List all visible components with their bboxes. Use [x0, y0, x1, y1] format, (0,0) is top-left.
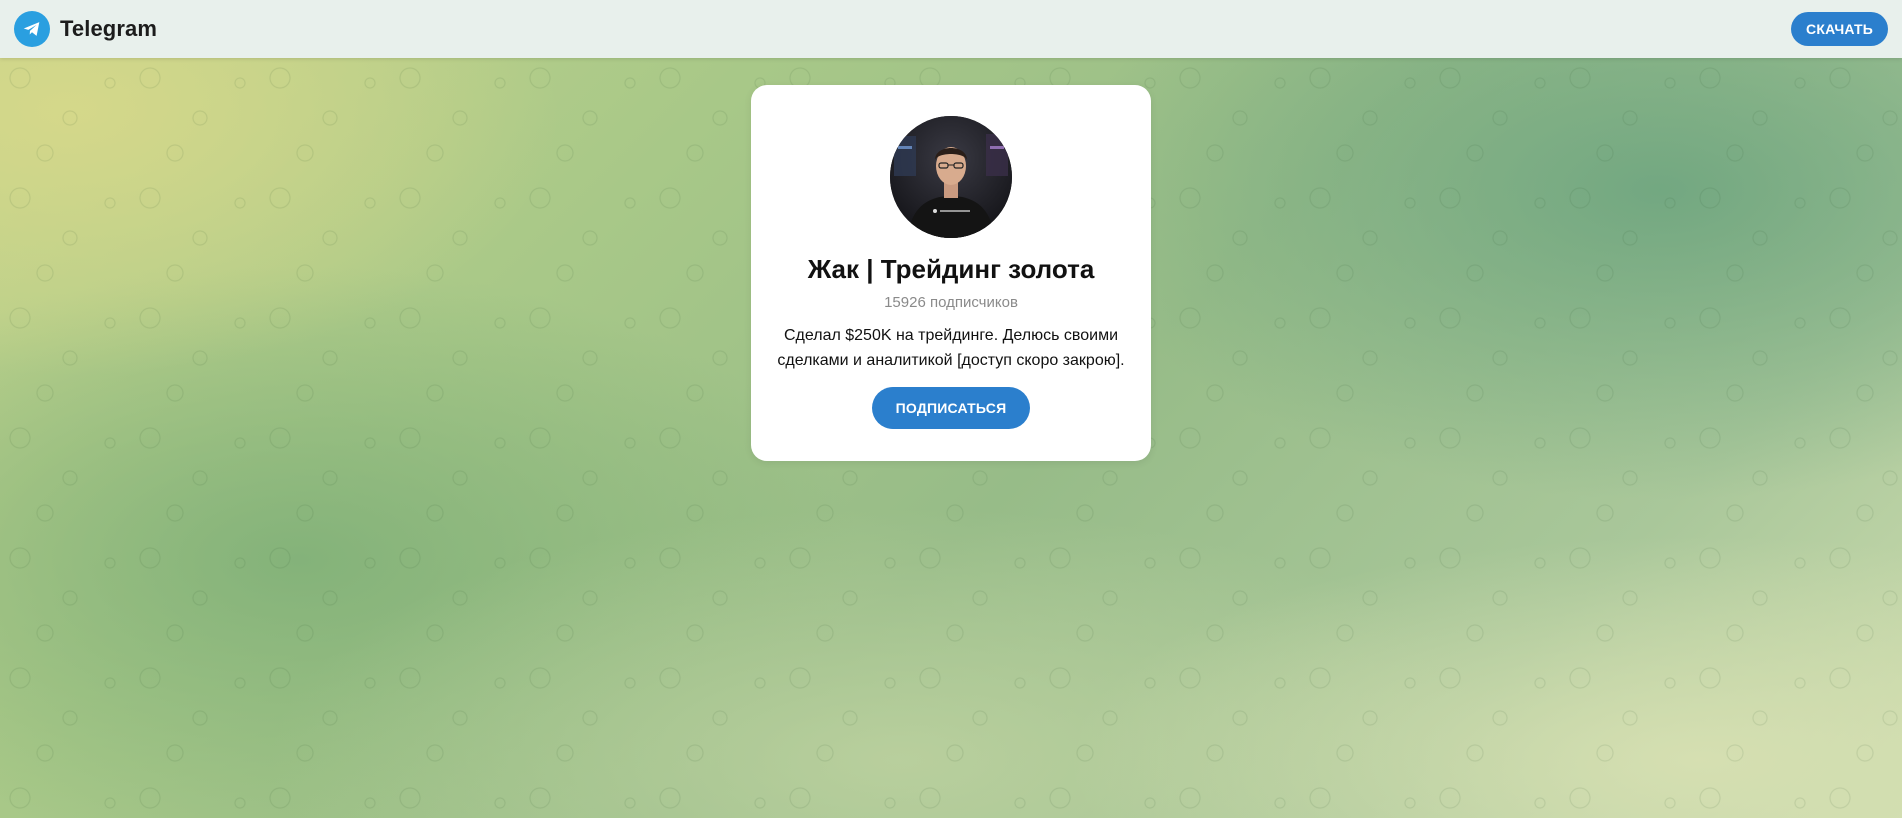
channel-description: Сделал $250K на трейдинге. Делюсь своими… — [777, 327, 1125, 369]
channel-avatar — [890, 116, 1012, 238]
subscribe-button[interactable]: ПОДПИСАТЬСЯ — [871, 387, 1031, 429]
paper-plane-icon — [23, 22, 40, 36]
channel-card: Жак | Трейдинг золота 15926 подписчиков … — [751, 85, 1151, 461]
top-header: Telegram СКАЧАТЬ — [0, 0, 1902, 58]
telegram-brand-link[interactable]: Telegram — [14, 11, 157, 47]
channel-title: Жак | Трейдинг золота — [807, 254, 1095, 284]
download-button[interactable]: СКАЧАТЬ — [1791, 12, 1888, 46]
telegram-logo-icon — [14, 11, 50, 47]
subscriber-count: 15926 подписчиков — [884, 294, 1018, 311]
avatar-photo-icon — [890, 116, 1012, 238]
brand-name: Telegram — [60, 16, 157, 41]
